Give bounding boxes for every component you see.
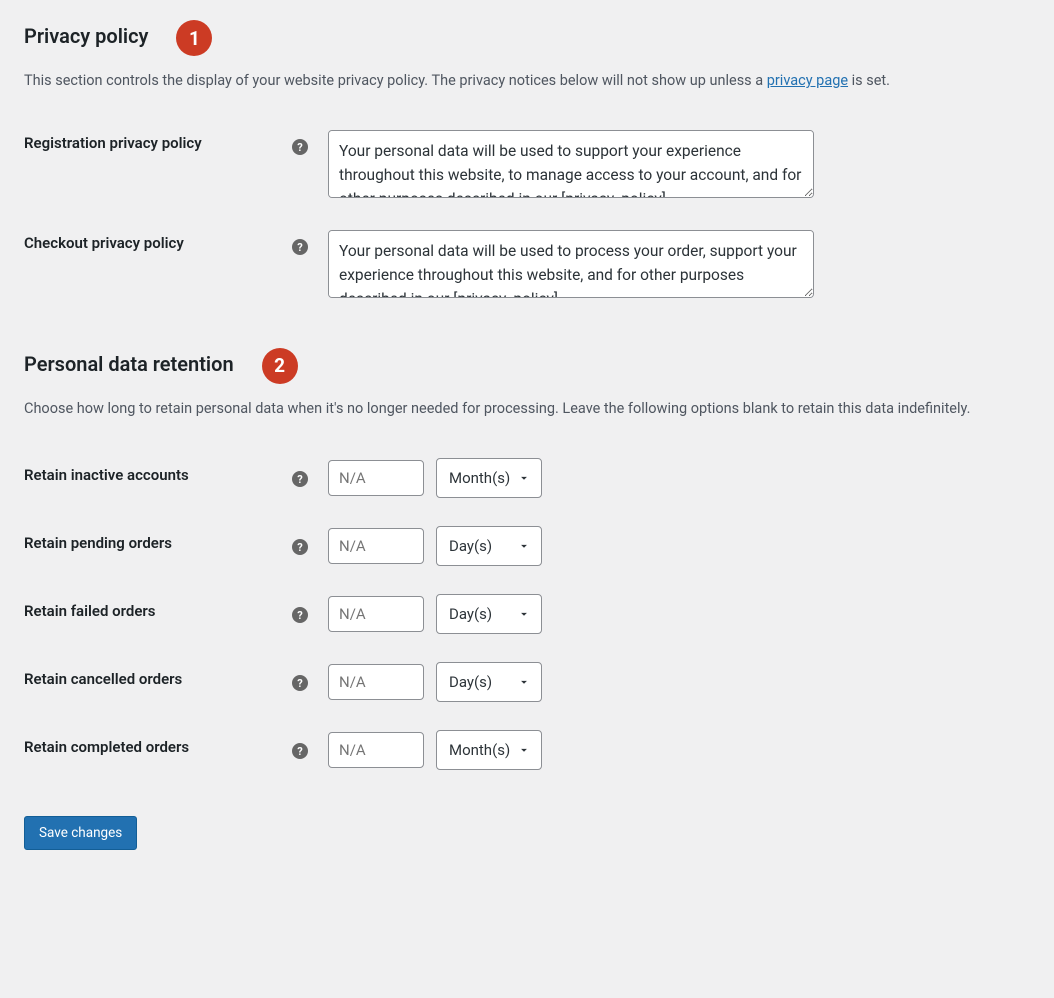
- retain-inactive-accounts-input[interactable]: [328, 460, 424, 496]
- help-icon[interactable]: ?: [292, 743, 308, 759]
- registration-privacy-label: Registration privacy policy: [24, 116, 292, 216]
- retain-cancelled-orders-label: Retain cancelled orders: [24, 648, 292, 716]
- chevron-down-icon: [517, 675, 531, 689]
- retention-heading: Personal data retention: [24, 352, 234, 376]
- chevron-down-icon: [517, 539, 531, 553]
- select-value: Month(s): [449, 741, 510, 759]
- help-icon[interactable]: ?: [292, 607, 308, 623]
- help-icon[interactable]: ?: [292, 139, 308, 155]
- help-icon[interactable]: ?: [292, 539, 308, 555]
- desc-text-post: is set.: [848, 72, 890, 89]
- registration-privacy-textarea[interactable]: [328, 130, 814, 198]
- retain-failed-orders-unit-select[interactable]: Day(s): [436, 594, 542, 634]
- annotation-badge-1: 1: [176, 20, 212, 56]
- desc-text-pre: This section controls the display of you…: [24, 72, 767, 89]
- retain-inactive-accounts-unit-select[interactable]: Month(s): [436, 458, 542, 498]
- select-value: Day(s): [449, 605, 492, 623]
- retain-completed-orders-unit-select[interactable]: Month(s): [436, 730, 542, 770]
- chevron-down-icon: [517, 471, 531, 485]
- chevron-down-icon: [517, 607, 531, 621]
- retain-pending-orders-unit-select[interactable]: Day(s): [436, 526, 542, 566]
- annotation-badge-2: 2: [262, 348, 298, 384]
- privacy-policy-description: This section controls the display of you…: [24, 70, 1030, 92]
- retain-pending-orders-label: Retain pending orders: [24, 512, 292, 580]
- help-icon[interactable]: ?: [292, 239, 308, 255]
- select-value: Day(s): [449, 537, 492, 555]
- privacy-page-link[interactable]: privacy page: [767, 72, 848, 89]
- retain-completed-orders-input[interactable]: [328, 732, 424, 768]
- retain-failed-orders-input[interactable]: [328, 596, 424, 632]
- checkout-privacy-textarea[interactable]: [328, 230, 814, 298]
- retain-completed-orders-label: Retain completed orders: [24, 716, 292, 784]
- chevron-down-icon: [517, 743, 531, 757]
- select-value: Month(s): [449, 469, 510, 487]
- retain-inactive-accounts-label: Retain inactive accounts: [24, 444, 292, 512]
- help-icon[interactable]: ?: [292, 675, 308, 691]
- retain-cancelled-orders-input[interactable]: [328, 664, 424, 700]
- help-icon[interactable]: ?: [292, 471, 308, 487]
- retain-failed-orders-label: Retain failed orders: [24, 580, 292, 648]
- retain-cancelled-orders-unit-select[interactable]: Day(s): [436, 662, 542, 702]
- checkout-privacy-label: Checkout privacy policy: [24, 216, 292, 316]
- retain-pending-orders-input[interactable]: [328, 528, 424, 564]
- retention-description: Choose how long to retain personal data …: [24, 398, 1030, 420]
- select-value: Day(s): [449, 673, 492, 691]
- save-changes-button[interactable]: Save changes: [24, 816, 137, 850]
- privacy-policy-heading: Privacy policy: [24, 24, 149, 48]
